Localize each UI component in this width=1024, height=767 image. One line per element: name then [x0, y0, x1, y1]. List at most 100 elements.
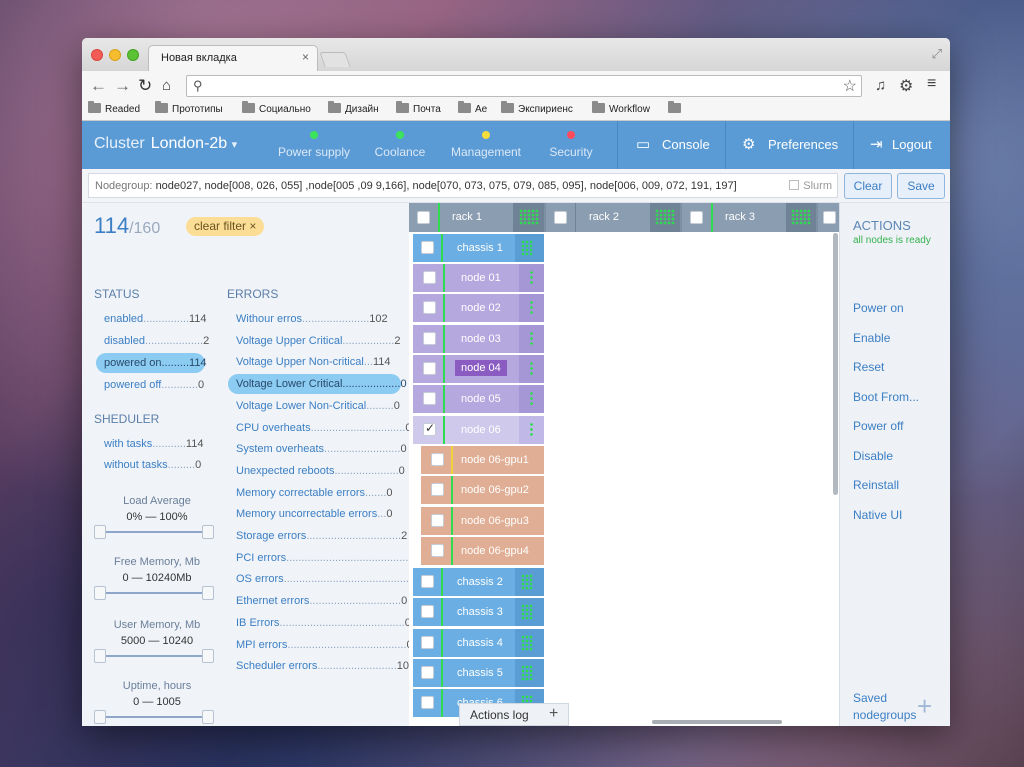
gpu-checkbox[interactable] — [431, 513, 444, 527]
node-row[interactable]: node 01 — [413, 264, 544, 292]
chassis-checkbox[interactable] — [421, 635, 434, 649]
node-checkbox[interactable] — [423, 301, 436, 315]
add-icon[interactable]: + — [917, 691, 932, 722]
status-security[interactable]: Security — [546, 131, 596, 159]
action-power-on[interactable]: Power on — [853, 301, 904, 315]
bookmark-folder[interactable]: Экспириенс — [501, 101, 573, 115]
filter-with-tasks[interactable]: with tasks...........114 — [104, 434, 203, 454]
slider-handle[interactable] — [202, 525, 214, 539]
chassis-row[interactable]: chassis 1 — [413, 234, 544, 262]
action-reset[interactable]: Reset — [853, 360, 884, 374]
bookmark-folder[interactable]: Readed — [88, 101, 140, 115]
close-window-button[interactable] — [91, 49, 103, 61]
node-checkbox[interactable] — [423, 361, 436, 375]
filter-error-item[interactable]: Memory correctable errors.......0 — [236, 483, 393, 503]
user-memory-slider[interactable] — [94, 649, 214, 663]
bookmark-folder[interactable]: Социально — [242, 101, 311, 115]
gpu-checkbox[interactable] — [431, 483, 444, 497]
status-coolance[interactable]: Coolance — [372, 131, 428, 159]
clear-button[interactable]: Clear — [844, 173, 892, 199]
node-row[interactable]: node 04 — [413, 354, 544, 383]
node-checkbox[interactable] — [423, 271, 436, 284]
extension-icon[interactable]: ♫ — [875, 77, 886, 94]
rack-item[interactable] — [818, 203, 839, 232]
filter-error-item[interactable]: Withour erros......................102 — [236, 309, 388, 329]
node-row[interactable]: node 03 — [413, 324, 544, 353]
horizontal-scrollbar[interactable] — [652, 720, 782, 724]
home-icon[interactable]: ⌂ — [162, 77, 171, 94]
filter-error-item[interactable]: Ethernet errors.........................… — [236, 591, 407, 611]
bookmark-star-icon[interactable]: ☆ — [843, 76, 857, 96]
bookmark-folder[interactable]: Почта — [396, 101, 441, 115]
free-memory-slider[interactable] — [94, 586, 214, 600]
chassis-row[interactable]: chassis 2 — [413, 568, 544, 596]
action-reinstall[interactable]: Reinstall — [853, 478, 899, 492]
node-row[interactable]: ✓ node 06 — [413, 415, 544, 444]
rack-item[interactable]: rack 1 — [409, 203, 544, 232]
chassis-checkbox[interactable] — [421, 575, 434, 588]
chassis-checkbox[interactable] — [421, 605, 434, 619]
action-power-off[interactable]: Power off — [853, 419, 903, 433]
filter-error-item[interactable]: Voltage Lower Critical..................… — [228, 374, 407, 395]
filter-error-item[interactable]: OS errors...............................… — [236, 569, 418, 589]
back-icon[interactable]: ← — [90, 76, 107, 96]
chassis-checkbox[interactable] — [421, 696, 434, 710]
new-tab-button[interactable] — [319, 52, 351, 67]
slider-handle[interactable] — [94, 586, 106, 600]
filter-error-item[interactable]: IB Errors...............................… — [236, 613, 411, 633]
rack-checkbox[interactable] — [417, 211, 430, 224]
rack-item[interactable]: rack 3 — [682, 203, 816, 232]
saved-nodegroups-link[interactable]: Saved nodegroups — [853, 690, 923, 724]
slider-handle[interactable] — [94, 649, 106, 663]
forward-icon[interactable]: → — [114, 76, 131, 96]
slurm-checkbox[interactable]: Slurm — [789, 180, 832, 192]
maximize-window-button[interactable] — [127, 49, 139, 61]
gpu-row[interactable]: node 06-gpu2 — [421, 476, 544, 505]
settings-gear-icon[interactable]: ⚙ — [899, 76, 913, 96]
filter-error-item[interactable]: System overheats........................… — [236, 439, 407, 459]
slider-handle[interactable] — [202, 710, 214, 724]
filter-error-item[interactable]: Storage errors..........................… — [236, 526, 407, 546]
chassis-checkbox[interactable] — [421, 665, 434, 679]
status-power-supply[interactable]: Power supply — [276, 131, 352, 159]
node-checkbox[interactable]: ✓ — [423, 421, 436, 436]
fullscreen-icon[interactable]: ⤢ — [932, 46, 942, 62]
node-row[interactable]: node 02 — [413, 294, 544, 323]
uptime-slider[interactable] — [94, 710, 214, 724]
slider-handle[interactable] — [202, 586, 214, 600]
slider-handle[interactable] — [94, 525, 106, 539]
add-icon[interactable]: + — [549, 705, 558, 723]
filter-error-item[interactable]: MPI errors..............................… — [236, 635, 413, 655]
gpu-row[interactable]: node 06-gpu4 — [421, 536, 544, 565]
bookmark-folder[interactable]: Ae — [458, 101, 487, 115]
rack-checkbox[interactable] — [823, 211, 836, 224]
slider-handle[interactable] — [202, 649, 214, 663]
filter-error-item[interactable]: PCI errors..............................… — [236, 548, 418, 568]
node-checkbox[interactable] — [423, 392, 436, 406]
filter-error-item[interactable]: CPU overheats...........................… — [236, 418, 411, 438]
filter-error-item[interactable]: Memory uncorrectable errors...0 — [236, 504, 393, 524]
preferences-button[interactable]: ⚙ Preferences — [725, 121, 853, 169]
node-checkbox[interactable] — [423, 331, 436, 345]
logout-button[interactable]: ⇥ Logout — [853, 121, 950, 169]
action-native-ui[interactable]: Native UI — [853, 508, 902, 522]
reload-icon[interactable]: ↻ — [138, 76, 152, 96]
rack-checkbox[interactable] — [690, 211, 703, 224]
save-button[interactable]: Save — [897, 173, 945, 199]
filter-error-item[interactable]: Scheduler errors........................… — [236, 656, 409, 676]
filter-error-item[interactable]: Unexpected reboots.....................0 — [236, 461, 405, 481]
node-row[interactable]: node 05 — [413, 385, 544, 414]
chassis-checkbox[interactable] — [421, 241, 434, 254]
bookmark-folder[interactable]: Прототипы — [155, 101, 223, 115]
vertical-scrollbar[interactable] — [833, 233, 838, 495]
chassis-row[interactable]: chassis 5 — [413, 658, 544, 687]
bookmark-folder[interactable]: Workflow — [592, 101, 650, 115]
minimize-window-button[interactable] — [109, 49, 121, 61]
gpu-checkbox[interactable] — [431, 453, 444, 466]
gpu-checkbox[interactable] — [431, 543, 444, 557]
rack-checkbox[interactable] — [554, 211, 567, 224]
filter-status-powered-on[interactable]: powered on.........114 — [96, 353, 207, 373]
tab-close-icon[interactable]: × — [302, 50, 309, 64]
menu-icon[interactable]: ≡ — [927, 75, 936, 93]
cluster-selector[interactable]: Cluster London-2b ▾ — [94, 135, 237, 153]
